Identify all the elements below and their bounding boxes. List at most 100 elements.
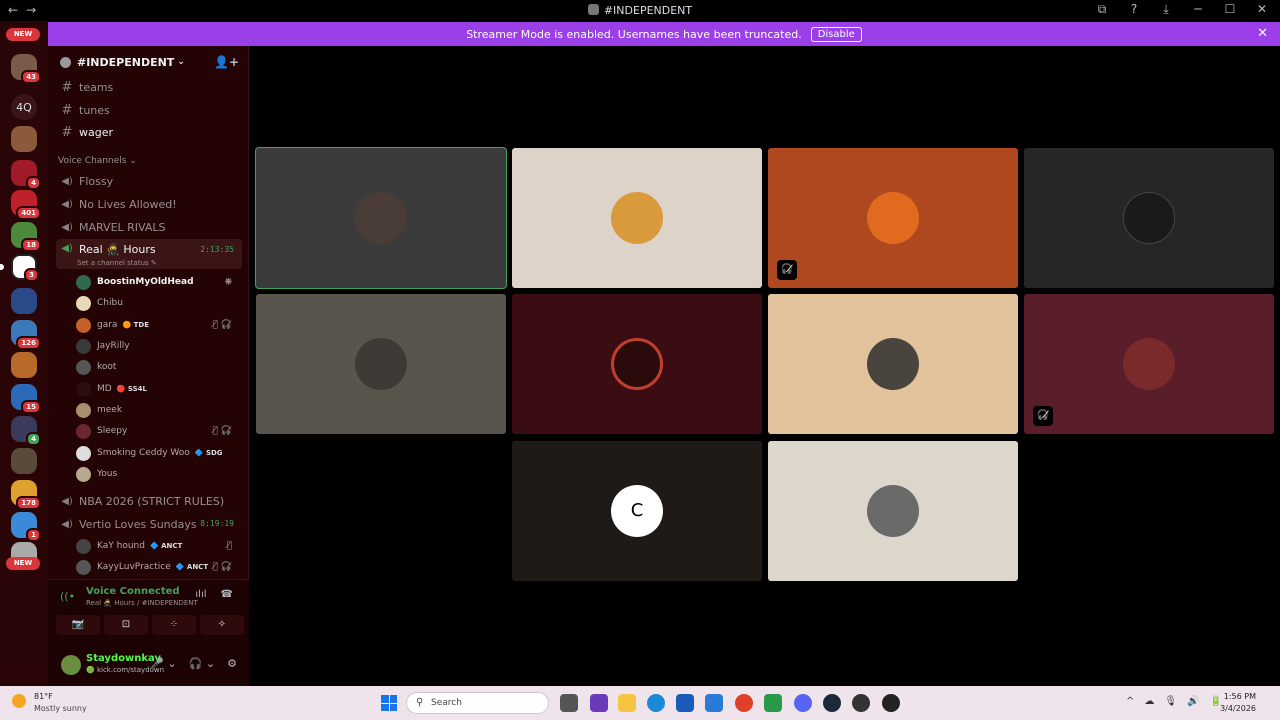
server-icon[interactable]: 178 — [11, 480, 41, 510]
voice-member[interactable]: JayRilly — [76, 336, 242, 356]
minimize-icon[interactable]: ─ — [1190, 2, 1206, 17]
server-icon[interactable]: 1 — [11, 512, 41, 542]
voice-category[interactable]: Voice Channels ⌄ — [58, 156, 137, 166]
voice-member[interactable]: meek — [76, 400, 242, 420]
disable-streamer-button[interactable]: Disable — [810, 26, 862, 42]
chevron-down-icon: ⌄ — [177, 57, 185, 67]
server-icon[interactable]: 4 — [11, 160, 41, 190]
voice-member[interactable]: Yous — [76, 464, 242, 484]
participant-tile[interactable] — [256, 294, 506, 434]
close-banner-icon[interactable]: ✕ — [1257, 26, 1268, 41]
participant-avatar — [1123, 192, 1175, 244]
voice-channel-no-lives[interactable]: ◀) No Lives Allowed! — [56, 193, 242, 215]
server-4q[interactable]: 4Q — [11, 94, 37, 120]
inbox-icon[interactable]: ⧉ — [1094, 2, 1110, 17]
voice-member[interactable]: BoostinMyOldHead ⎈ — [76, 272, 242, 292]
maximize-icon[interactable]: ☐ — [1222, 2, 1238, 17]
voice-member[interactable]: koot — [76, 357, 242, 377]
voice-member[interactable]: KaY hound 🔷 ANCT 🎙̸ — [76, 536, 242, 556]
microphone-icon[interactable]: 🎤 ⌄ — [150, 657, 176, 670]
participant-tile[interactable] — [1024, 148, 1274, 288]
participant-tile[interactable]: 🎧̸ — [1024, 294, 1274, 434]
voice-member[interactable]: KayyLuvPractice 🔷 ANCT 🎙̸ 🎧̸ — [76, 557, 242, 577]
channel-status[interactable]: Set a channel status ✎ — [77, 259, 157, 267]
banner-message: Streamer Mode is enabled. Usernames have… — [466, 27, 802, 41]
avatar — [76, 295, 91, 311]
help-icon[interactable]: ? — [1126, 2, 1142, 17]
camera-off-button[interactable]: 📷̸ — [56, 615, 100, 635]
app-icon[interactable] — [852, 694, 870, 712]
avatar — [76, 274, 91, 290]
headphones-icon[interactable]: 🎧 ⌄ — [189, 657, 215, 670]
voice-member[interactable]: Chibu — [76, 293, 242, 313]
window-title: #INDEPENDENT — [0, 4, 1280, 17]
participant-tile[interactable] — [512, 148, 762, 288]
server-icon[interactable] — [11, 126, 37, 152]
microphone-icon[interactable]: 🎙 — [1164, 696, 1177, 707]
participant-tile[interactable] — [768, 294, 1018, 434]
voice-member[interactable]: Sleepy 🎙̸ 🎧̸ — [76, 421, 242, 441]
disconnect-icon[interactable]: ☎ — [221, 589, 233, 600]
server-icon[interactable]: 126 — [11, 320, 41, 350]
voice-member[interactable]: MD 🔴 SS4L — [76, 379, 242, 399]
channel-tunes[interactable]: # tunes — [56, 99, 242, 121]
activities-button[interactable]: ⁘ — [152, 615, 196, 635]
file-explorer-icon[interactable] — [618, 694, 636, 712]
participant-tile[interactable] — [768, 441, 1018, 581]
close-window-icon[interactable]: ✕ — [1254, 2, 1270, 17]
chevron-up-icon[interactable]: ^ — [1126, 696, 1134, 707]
voice-member[interactable]: gara 🟠 TDE 🎙̸ 🎧̸ — [76, 315, 242, 335]
voice-channel-marvel[interactable]: ◀) MARVEL RIVALS — [56, 216, 242, 238]
participant-tile[interactable]: 🎧̸ — [768, 148, 1018, 288]
app-icon[interactable] — [590, 694, 608, 712]
voice-connected-title[interactable]: Voice Connected — [86, 586, 180, 597]
chrome-icon[interactable] — [735, 694, 753, 712]
user-avatar[interactable] — [61, 655, 81, 675]
app-icon[interactable] — [676, 694, 694, 712]
server-icon[interactable] — [11, 288, 37, 314]
edge-icon[interactable] — [647, 694, 665, 712]
gear-icon[interactable]: ⚙ — [227, 657, 237, 670]
server-icon[interactable] — [11, 352, 37, 378]
invite-icon[interactable]: 👤+ — [214, 55, 239, 69]
server-icon[interactable]: 15 — [11, 384, 41, 414]
server-icon[interactable]: 18 — [11, 222, 41, 252]
cloud-icon[interactable]: ☁ — [1144, 696, 1154, 707]
server-icon[interactable]: 4 — [11, 416, 41, 446]
voice-channel-nba[interactable]: ◀) NBA 2026 (STRICT RULES) — [56, 490, 242, 512]
start-button[interactable] — [381, 695, 397, 711]
server-icon-active[interactable]: 3 — [11, 254, 39, 282]
voice-channel-vertio[interactable]: ◀) Vertio Loves Sundays 8:19:19 — [56, 513, 242, 535]
server-header[interactable]: #INDEPENDENT ⌄ 👤+ — [48, 46, 249, 78]
voice-channel-flossy[interactable]: ◀) Flossy — [56, 170, 242, 192]
soundboard-button[interactable]: ✧ — [200, 615, 244, 635]
channel-teams[interactable]: # teams — [56, 76, 242, 98]
server-icon[interactable]: 401 — [11, 190, 41, 220]
server-icon[interactable]: 43 — [11, 54, 41, 84]
participant-tile[interactable] — [255, 147, 507, 289]
voice-member[interactable]: Smoking Ceddy Woo 🔷 SDG — [76, 443, 242, 463]
search-box[interactable]: ⚲ Search — [406, 692, 549, 714]
server-icon[interactable] — [11, 448, 37, 474]
deafened-icon: 🎧̸ — [777, 260, 797, 280]
user-panel: Staydownkay 🟢 kick.com/staydown 🎤 ⌄ 🎧 ⌄ … — [48, 647, 249, 687]
download-icon[interactable]: ⤓ — [1158, 2, 1174, 17]
participant-tile[interactable] — [512, 294, 762, 434]
noise-suppression-icon[interactable]: ılıl — [195, 589, 206, 600]
task-view-icon[interactable] — [560, 694, 578, 712]
app-icon[interactable] — [764, 694, 782, 712]
signal-icon[interactable]: ((• — [60, 590, 75, 603]
app-icon[interactable] — [882, 694, 900, 712]
voice-connected-subtitle[interactable]: Real 🥷 Hours / #INDEPENDENT — [86, 599, 198, 607]
participant-tile[interactable]: C — [512, 441, 762, 581]
server-icon — [587, 4, 599, 15]
app-icon[interactable] — [705, 694, 723, 712]
channel-sidebar: #INDEPENDENT ⌄ 👤+ # teams # tunes # wager V… — [48, 46, 249, 689]
steam-icon[interactable] — [823, 694, 841, 712]
clock[interactable]: 1:56 PM 3/4/2026 — [1220, 691, 1256, 715]
volume-icon[interactable]: 🔊 — [1187, 696, 1199, 707]
avatar — [76, 423, 91, 439]
discord-icon[interactable] — [794, 694, 812, 712]
channel-wager[interactable]: # wager — [56, 121, 242, 143]
screen-share-button[interactable]: ⊡ — [104, 615, 148, 635]
